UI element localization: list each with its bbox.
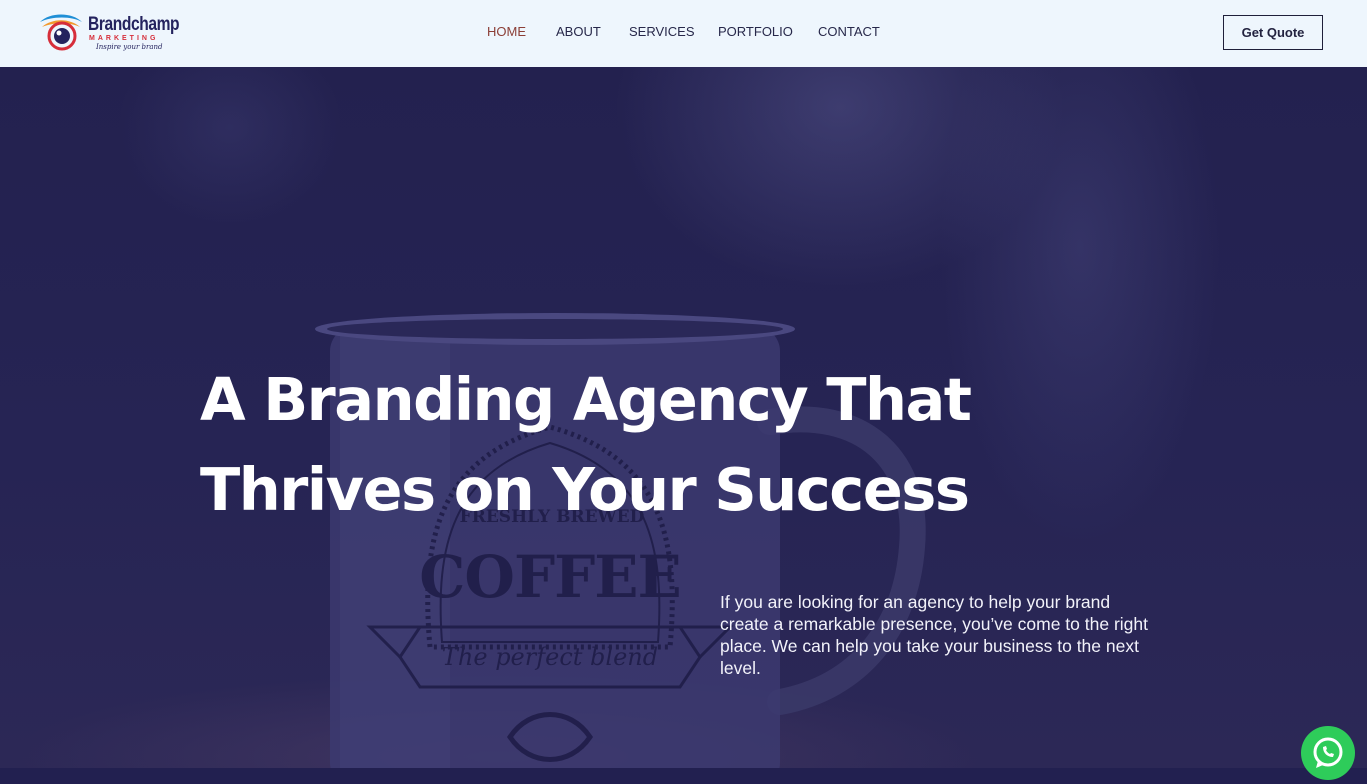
whatsapp-chat-button[interactable] (1301, 726, 1355, 780)
mug-main-text: COFFEE (419, 543, 680, 611)
brand-logo[interactable]: Brandchamp MARKETING Inspire your brand (38, 10, 180, 56)
logo-subtitle: MARKETING (89, 35, 159, 42)
logo-eye-icon (40, 14, 82, 51)
hero-description: If you are looking for an agency to help… (720, 592, 1148, 678)
mug-ribbon-text: The perfect blend (442, 643, 658, 671)
hero-section: FRESHLY BREWED COFFEE The perfect blend … (0, 67, 1367, 768)
nav-contact[interactable]: CONTACT (818, 24, 880, 39)
nav-portfolio[interactable]: PORTFOLIO (718, 24, 793, 39)
hero-title-line-2: Thrives on Your Success (200, 455, 970, 524)
logo-tagline: Inspire your brand (96, 43, 163, 51)
logo-name: Brandchamp (88, 14, 180, 35)
hero-title-line-1: A Branding Agency That (200, 365, 972, 434)
nav-home[interactable]: HOME (487, 24, 526, 39)
get-quote-button[interactable]: Get Quote (1223, 15, 1323, 50)
nav-about[interactable]: ABOUT (556, 24, 601, 39)
site-header: Brandchamp MARKETING Inspire your brand … (0, 0, 1367, 67)
nav-services[interactable]: SERVICES (629, 24, 695, 39)
whatsapp-icon (1313, 737, 1343, 768)
hero-title: A Branding Agency That Thrives on Your S… (200, 355, 1060, 535)
